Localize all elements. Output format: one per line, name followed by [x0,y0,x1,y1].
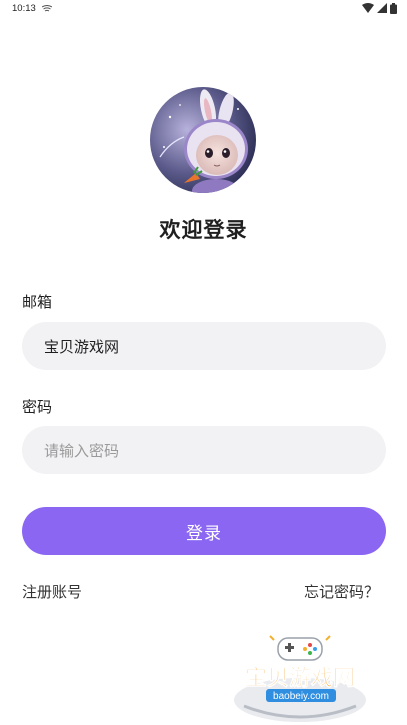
email-value: 宝贝游戏网 [44,337,120,356]
status-bar: 10:13 [0,0,407,22]
email-label: 邮箱 [22,293,53,311]
status-time: 10:13 [12,3,36,14]
login-button-label: 登录 [186,523,222,544]
wifi-icon [362,3,374,13]
register-link[interactable]: 注册账号 [22,581,82,602]
email-field[interactable]: 宝贝游戏网 [22,322,386,370]
password-field[interactable]: 请输入密码 [22,426,386,474]
watermark-domain: baobeiy.com [273,691,329,702]
avatar [150,87,256,193]
login-button[interactable]: 登录 [22,507,386,555]
signal-icon [377,3,387,13]
password-label: 密码 [22,398,53,416]
battery-icon [390,3,397,14]
watermark-brand: 宝贝游戏网 [245,665,355,691]
password-placeholder: 请输入密码 [44,441,120,460]
watermark-logo: 宝贝游戏网 baobeiy.com [234,635,366,722]
cast-icon [42,5,52,12]
forgot-password-link[interactable]: 忘记密码？ [304,581,379,602]
page-title: 欢迎登录 [159,218,248,242]
